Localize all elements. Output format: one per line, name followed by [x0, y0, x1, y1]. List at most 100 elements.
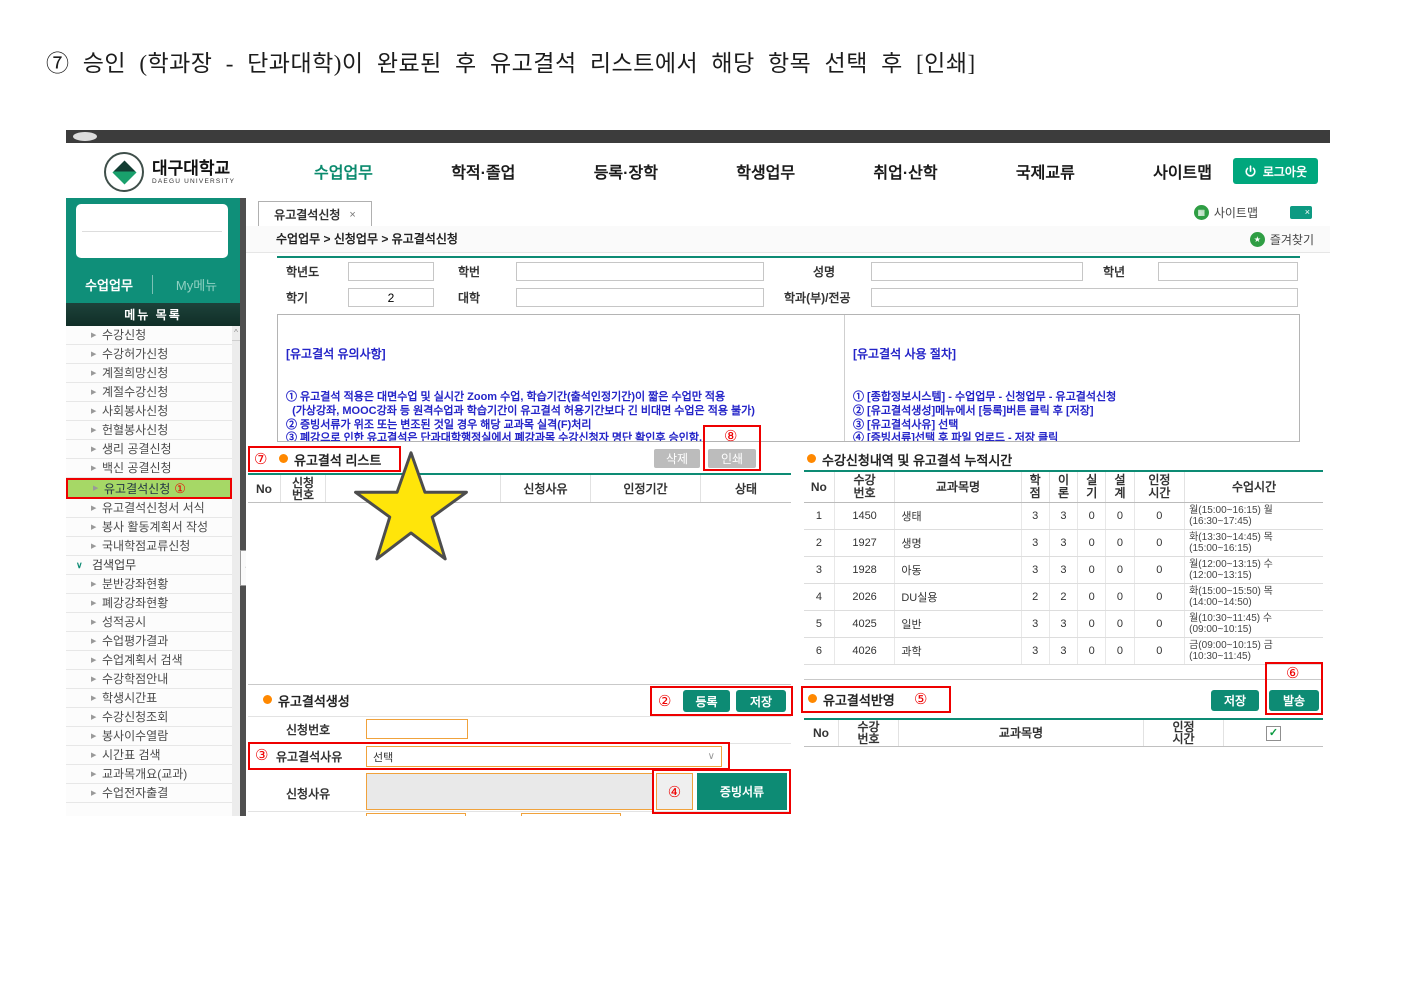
- sidebar-item-0[interactable]: ▶수강신청: [66, 326, 232, 345]
- sidebar-item-label: 수업전자출결: [102, 786, 168, 800]
- enroll-cell-5: 0: [1078, 638, 1106, 665]
- student-no-label: 학번: [458, 261, 480, 283]
- sidebar-item-8[interactable]: ▶유고결석신청①: [66, 478, 232, 499]
- enroll-cell-6: 0: [1106, 530, 1134, 557]
- reason-label: 유고결석사유: [276, 746, 342, 768]
- list-col-5: 상태: [701, 475, 791, 502]
- scroll-up-icon[interactable]: ^: [232, 326, 240, 341]
- enroll-cell-6: 0: [1106, 584, 1134, 611]
- enroll-cell-4: 3: [1049, 530, 1077, 557]
- enroll-cell-4: 3: [1049, 638, 1077, 665]
- sidebar-item-5[interactable]: ▶헌혈봉사신청: [66, 421, 232, 440]
- nav-item-1[interactable]: 학적·졸업: [451, 159, 515, 183]
- print-button[interactable]: 인쇄: [708, 449, 756, 468]
- favorite-chip[interactable]: ★ 즐겨찾기: [1250, 231, 1314, 248]
- period-start-field[interactable]: [366, 813, 466, 816]
- window-top-bar: [66, 130, 1330, 143]
- breadcrumb: 수업업무 > 신청업무 > 유고결석신청: [276, 226, 458, 252]
- enroll-bullet-icon: [807, 454, 816, 463]
- sidebar-tab-my[interactable]: My메뉴: [153, 275, 240, 294]
- list-col-4: 인정기간: [591, 475, 701, 502]
- evidence-button[interactable]: 증빙서류: [697, 773, 787, 810]
- send-button[interactable]: 발송: [1269, 690, 1319, 711]
- sidebar-item-label: 폐강강좌현황: [102, 596, 168, 610]
- select-all-checkbox[interactable]: ✓: [1266, 726, 1281, 741]
- nav-item-0[interactable]: 수업업무: [314, 159, 373, 183]
- apply-no-field[interactable]: [366, 719, 468, 739]
- sidebar-item-9[interactable]: ▶유고결석신청서 서식: [66, 499, 232, 518]
- sidebar-item-13[interactable]: ▶분반강좌현황: [66, 575, 232, 594]
- notice-line: ③ 폐강으로 인한 유고결석은 단과대학행정실에서 폐강과목 수강신청자 명단 …: [286, 432, 836, 441]
- sidebar-item-1[interactable]: ▶수강허가신청: [66, 345, 232, 364]
- sidebar-item-20[interactable]: ▶수강신청조회: [66, 708, 232, 727]
- enroll-cell-0: 5: [804, 611, 834, 638]
- sidebar-item-16[interactable]: ▶수업평가결과: [66, 632, 232, 651]
- sidebar-tabs: 수업업무 My메뉴: [66, 272, 240, 296]
- sidebar-item-23[interactable]: ▶교과목개요(교과): [66, 765, 232, 784]
- list-table-header: No신청 번호신청사유인정기간상태: [248, 475, 791, 503]
- sidebar-item-4[interactable]: ▶사회봉사신청: [66, 402, 232, 421]
- sidebar-item-24[interactable]: ▶수업전자출결: [66, 784, 232, 803]
- sidebar-scrollbar[interactable]: ^: [232, 326, 240, 816]
- notice-line: ① 유고결석 적용은 대면수업 및 실시간 Zoom 수업, 학습기간(출석인정…: [286, 391, 836, 405]
- sidebar-item-11[interactable]: ▶국내학점교류신청: [66, 537, 232, 556]
- semester-field[interactable]: [348, 288, 434, 307]
- detail-textarea[interactable]: [366, 773, 653, 810]
- major-field[interactable]: [871, 288, 1298, 307]
- sidebar-menu: ▶수강신청▶수강허가신청▶계절희망신청▶계절수강신청▶사회봉사신청▶헌혈봉사신청…: [66, 326, 232, 816]
- sidebar-item-label: 검색업무: [92, 558, 136, 572]
- sidebar-item-label: 유고결석신청: [104, 482, 170, 496]
- triangle-right-icon: ▶: [91, 499, 96, 518]
- sidebar-item-14[interactable]: ▶폐강강좌현황: [66, 594, 232, 613]
- sidebar-item-2[interactable]: ▶계절희망신청: [66, 364, 232, 383]
- college-field[interactable]: [516, 288, 764, 307]
- create-separator: [248, 684, 791, 685]
- reason-select[interactable]: 선택 ∨: [366, 746, 722, 767]
- create-save-button[interactable]: 저장: [736, 690, 786, 712]
- enroll-cell-7: 0: [1134, 638, 1184, 665]
- delete-button[interactable]: 삭제: [654, 449, 700, 468]
- sidebar-item-18[interactable]: ▶수강학점안내: [66, 670, 232, 689]
- annotation-3: ③: [255, 746, 268, 764]
- sidebar-item-17[interactable]: ▶수업계획서 검색: [66, 651, 232, 670]
- name-field[interactable]: [871, 262, 1083, 281]
- sidebar-item-22[interactable]: ▶시간표 검색: [66, 746, 232, 765]
- sidebar-item-19[interactable]: ▶학생시간표: [66, 689, 232, 708]
- grade-field[interactable]: [1158, 262, 1298, 281]
- nav-item-2[interactable]: 등록·장학: [594, 159, 658, 183]
- logout-button[interactable]: 로그아웃: [1233, 158, 1318, 184]
- sidebar-item-21[interactable]: ▶봉사이수열람: [66, 727, 232, 746]
- sidebar-item-15[interactable]: ▶성적공시: [66, 613, 232, 632]
- sidebar-item-6[interactable]: ▶생리 공결신청: [66, 440, 232, 459]
- nav-item-3[interactable]: 학생업무: [736, 159, 795, 183]
- sitemap-chip[interactable]: ▦ 사이트맵: [1194, 204, 1258, 221]
- list-col-0: No: [248, 475, 281, 502]
- reflect-panel-title: 유고결석반영: [823, 690, 895, 709]
- nav-item-4[interactable]: 취업·산학: [873, 159, 937, 183]
- sidebar-item-label: 수강허가신청: [102, 347, 168, 361]
- tab-absence-application[interactable]: 유고결석신청 ×: [258, 201, 372, 227]
- enroll-col-7: 인정 시간: [1134, 471, 1184, 503]
- reflect-col-0: No: [804, 720, 839, 746]
- enroll-cell-3: 3: [1021, 611, 1049, 638]
- nav-item-6[interactable]: 사이트맵: [1153, 159, 1212, 183]
- window-close-icon[interactable]: ×: [1290, 206, 1312, 219]
- register-button[interactable]: 등록: [683, 690, 730, 712]
- reflect-save-button[interactable]: 저장: [1211, 690, 1259, 711]
- enroll-cell-7: 0: [1134, 611, 1184, 638]
- nav-item-5[interactable]: 국제교류: [1016, 159, 1075, 183]
- sidebar-item-12[interactable]: ∨검색업무: [66, 556, 232, 575]
- enroll-cell-2: 과학: [895, 638, 1021, 665]
- sidebar-item-10[interactable]: ▶봉사 활동계획서 작성: [66, 518, 232, 537]
- year-field[interactable]: [348, 262, 434, 281]
- enroll-cell-0: 3: [804, 557, 834, 584]
- sidebar-item-3[interactable]: ▶계절수강신청: [66, 383, 232, 402]
- student-no-field[interactable]: [516, 262, 764, 281]
- sidebar-item-7[interactable]: ▶백신 공결신청: [66, 459, 232, 478]
- tab-close-icon[interactable]: ×: [349, 209, 355, 221]
- sidebar-tab-main[interactable]: 수업업무: [66, 275, 153, 294]
- menu-list-title: 메뉴 목록: [66, 303, 240, 326]
- enroll-cell-2: 일반: [895, 611, 1021, 638]
- sidebar-item-label: 생리 공결신청: [102, 442, 172, 456]
- period-end-field[interactable]: [521, 813, 621, 816]
